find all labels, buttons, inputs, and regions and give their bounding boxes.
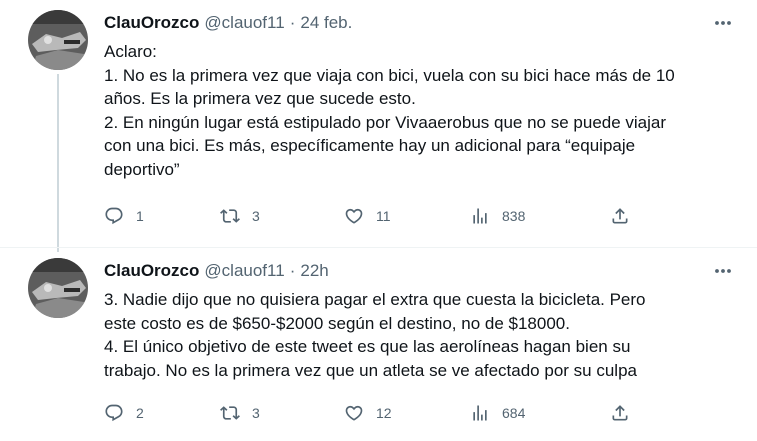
like-button[interactable]: 12 [344, 401, 392, 425]
retweet-count: 3 [252, 208, 260, 224]
tweet[interactable]: ClauOrozco @clauof11 · 22h 3. Nadie dijo… [0, 247, 757, 441]
tweet-text-line: 4. El único objetivo de este tweet es qu… [104, 337, 631, 356]
tweet-text-line: Aclaro: [104, 42, 157, 61]
tweet-timestamp[interactable]: 24 feb. [300, 13, 352, 33]
separator-dot: · [289, 13, 296, 32]
like-count: 12 [376, 405, 392, 421]
tweet-text-line: años. Es la primera vez que sucede esto. [104, 89, 416, 108]
separator-dot: · [289, 261, 296, 280]
views-count: 838 [502, 208, 526, 224]
tweet-text-line: trabajo. No es la primera vez que un atl… [104, 360, 637, 380]
share-icon [610, 403, 630, 423]
tweet-actions: 1 3 11 838 [104, 204, 744, 228]
retweet-count: 3 [252, 405, 260, 421]
tweet-actions: 2 3 12 684 [104, 401, 744, 425]
tweet-text-line: 1. No es la primera vez que viaja con bi… [104, 65, 675, 85]
retweet-icon [220, 206, 240, 226]
tweet-timestamp[interactable]: 22h [300, 261, 328, 281]
author-handle[interactable]: @clauof11 [204, 13, 284, 33]
share-button[interactable] [610, 401, 630, 425]
share-icon [610, 206, 630, 226]
tweet-header: ClauOrozco @clauof11 · 22h [104, 260, 329, 282]
avatar[interactable] [28, 258, 88, 318]
views-button[interactable]: 684 [470, 401, 525, 425]
tweet-text-line: con una bici. Es más, específicamente ha… [104, 136, 636, 155]
more-dots-icon[interactable] [711, 260, 735, 282]
author-handle[interactable]: @clauof11 [204, 261, 284, 281]
views-count: 684 [502, 405, 526, 421]
reply-icon [104, 403, 124, 423]
tweet[interactable]: ClauOrozco @clauof11 · 24 feb. Aclaro: 1… [0, 0, 757, 252]
more-dots-icon[interactable] [711, 12, 735, 34]
reply-count: 1 [136, 208, 144, 224]
tweet-text-line: 3. Nadie dijo que no quisiera pagar el e… [104, 290, 646, 309]
thread-connector-line [57, 74, 59, 252]
tweet-text: Aclaro: 1. No es la primera vez que viaj… [104, 40, 744, 181]
reply-count: 2 [136, 405, 144, 421]
heart-icon [344, 403, 364, 423]
views-chart-icon [470, 206, 490, 226]
tweet-header: ClauOrozco @clauof11 · 24 feb. [104, 12, 352, 34]
views-button[interactable]: 838 [470, 204, 525, 228]
tweet-text-line: este costo es de $650-$2000 según el des… [104, 313, 570, 333]
author-name[interactable]: ClauOrozco [104, 13, 199, 33]
retweet-button[interactable]: 3 [220, 204, 260, 228]
like-count: 11 [376, 208, 391, 224]
like-button[interactable]: 11 [344, 204, 391, 228]
views-chart-icon [470, 403, 490, 423]
reply-icon [104, 206, 124, 226]
tweet-text-line: 2. En ningún lugar está estipulado por V… [104, 112, 667, 132]
heart-icon [344, 206, 364, 226]
tweet-text: 3. Nadie dijo que no quisiera pagar el e… [104, 288, 744, 382]
avatar[interactable] [28, 10, 88, 70]
share-button[interactable] [610, 204, 630, 228]
author-name[interactable]: ClauOrozco [104, 261, 199, 281]
retweet-icon [220, 403, 240, 423]
tweet-text-line: deportivo” [104, 159, 180, 179]
retweet-button[interactable]: 3 [220, 401, 260, 425]
reply-button[interactable]: 2 [104, 401, 144, 425]
reply-button[interactable]: 1 [104, 204, 144, 228]
